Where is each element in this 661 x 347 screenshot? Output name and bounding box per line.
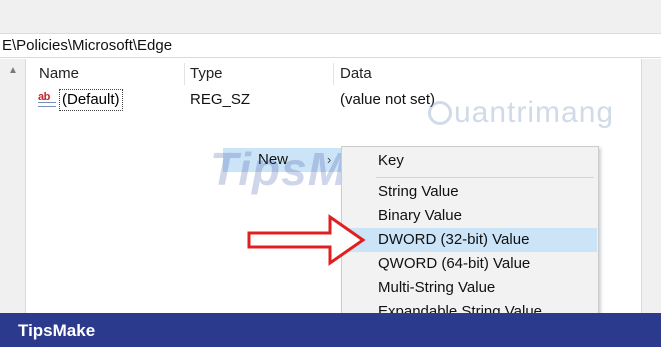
menu-item-string-value[interactable]: String Value [343, 180, 597, 204]
column-header-data[interactable]: Data [340, 59, 372, 87]
red-arrow-icon [247, 214, 366, 266]
window-top-strip [0, 0, 661, 34]
column-divider[interactable] [184, 63, 185, 85]
column-header-type[interactable]: Type [190, 59, 223, 87]
scroll-up-icon[interactable]: ▲ [8, 65, 18, 76]
string-value-icon: ab [38, 92, 56, 108]
column-divider[interactable] [333, 63, 334, 85]
address-path: E\Policies\Microsoft\Edge [2, 37, 173, 54]
right-edge-pane [641, 59, 661, 313]
table-row-type: REG_SZ [190, 91, 251, 108]
menu-item-key[interactable]: Key [343, 149, 597, 173]
registry-editor-window: E\Policies\Microsoft\Edge ▲ Name Type Da… [0, 0, 661, 313]
footer-brand: TipsMake [18, 321, 96, 340]
address-bar[interactable]: E\Policies\Microsoft\Edge [0, 34, 661, 58]
quantrimang-logo-icon [428, 101, 452, 125]
tree-pane-scrollbar[interactable]: ▲ [0, 59, 26, 313]
menu-item-dword-value[interactable]: DWORD (32-bit) Value [343, 228, 597, 252]
footer-bar: TipsMake [0, 313, 661, 347]
menu-item-expandable-string-value[interactable]: Expandable String Value [343, 300, 597, 313]
quantrimang-watermark-text: uantrimang [454, 96, 615, 129]
string-value-icon-lines [38, 102, 56, 107]
table-row-data: (value not set) [340, 91, 436, 108]
menu-item-multi-string-value[interactable]: Multi-String Value [343, 276, 597, 300]
menu-item-qword-value[interactable]: QWORD (64-bit) Value [343, 252, 597, 276]
column-header-name[interactable]: Name [39, 59, 79, 87]
table-row-name[interactable]: (Default) [59, 89, 123, 111]
new-submenu: Key String Value Binary Value DWORD (32-… [341, 146, 599, 313]
menu-separator [376, 177, 594, 178]
quantrimang-watermark: uantrimang [428, 96, 614, 130]
menu-item-binary-value[interactable]: Binary Value [343, 204, 597, 228]
